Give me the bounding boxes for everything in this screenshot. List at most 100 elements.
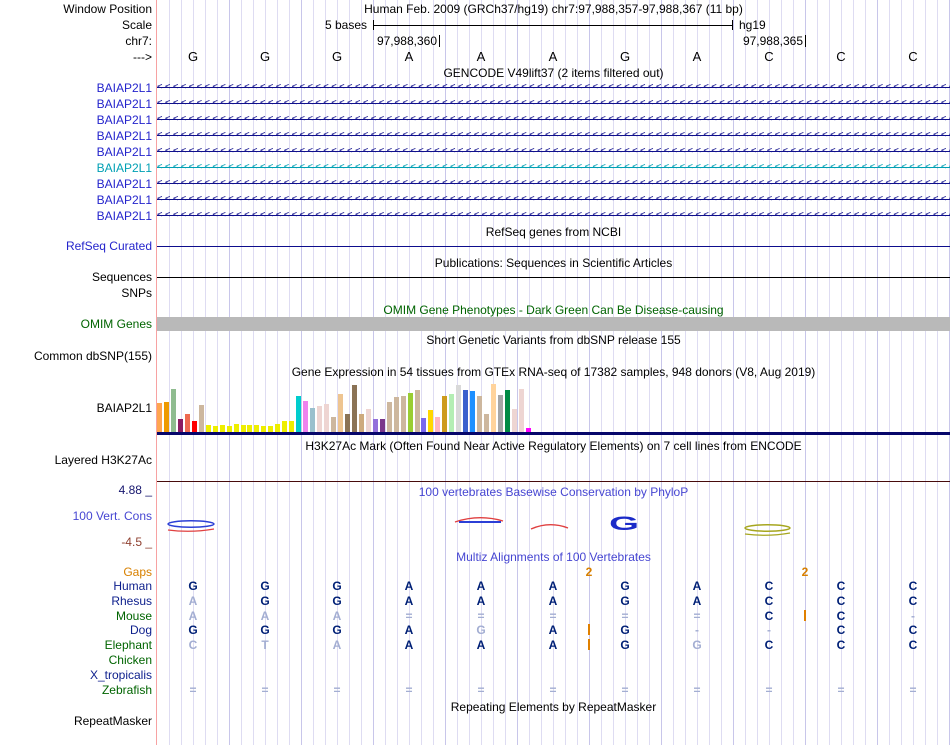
gene-row-label[interactable]: BAIAP2L1 (0, 209, 152, 223)
omim-genes-label[interactable]: OMIM Genes (0, 317, 152, 331)
gene-transcript-line[interactable]: <<<<<<<<<<<<<<<<<<<<<<<<<<<<<<<<<<<<<<<<… (157, 176, 950, 191)
alignment-base: = (549, 609, 557, 623)
gene-transcript-line[interactable]: <<<<<<<<<<<<<<<<<<<<<<<<<<<<<<<<<<<<<<<<… (157, 80, 950, 95)
gtex-tissue-bar[interactable] (477, 396, 482, 432)
gtex-tissue-bar[interactable] (303, 401, 308, 432)
alignment-base: A (188, 594, 198, 608)
gtex-tissue-bar[interactable] (157, 403, 162, 432)
refseq-gene-line[interactable] (157, 246, 950, 247)
gtex-tissue-bar[interactable] (519, 389, 524, 432)
gtex-tissue-bar[interactable] (435, 417, 440, 432)
gene-row-label[interactable]: BAIAP2L1 (0, 145, 152, 159)
gtex-tissue-bar[interactable] (421, 418, 426, 432)
gap-count-marker: 2 (585, 565, 593, 579)
gtex-tissue-bar[interactable] (282, 421, 287, 432)
gtex-tissue-bar[interactable] (394, 397, 399, 432)
gtex-tissue-bar[interactable] (234, 424, 239, 432)
gtex-tissue-bar[interactable] (164, 402, 169, 432)
gene-transcript-line[interactable]: <<<<<<<<<<<<<<<<<<<<<<<<<<<<<<<<<<<<<<<<… (157, 144, 950, 159)
gtex-tissue-bar[interactable] (415, 390, 420, 432)
layered-h3k27ac-label[interactable]: Layered H3K27Ac (0, 453, 152, 467)
gtex-tissue-bar[interactable] (275, 424, 280, 432)
gene-row-label[interactable]: BAIAP2L1 (0, 177, 152, 191)
gene-transcript-line[interactable]: <<<<<<<<<<<<<<<<<<<<<<<<<<<<<<<<<<<<<<<<… (157, 96, 950, 111)
gtex-tissue-bar[interactable] (387, 402, 392, 432)
sequences-label[interactable]: Sequences (0, 270, 152, 284)
gtex-tissue-bar[interactable] (470, 391, 475, 432)
gtex-tissue-bar[interactable] (408, 393, 413, 432)
gtex-tissue-bar[interactable] (171, 389, 176, 432)
gtex-tissue-bar[interactable] (310, 408, 315, 432)
gtex-tissue-bar[interactable] (505, 390, 510, 432)
common-dbsnp-label[interactable]: Common dbSNP(155) (0, 349, 152, 363)
gtex-tissue-bar[interactable] (247, 425, 252, 432)
gtex-tissue-bar[interactable] (296, 396, 301, 432)
gtex-tissue-bar[interactable] (289, 421, 294, 432)
gene-row-label[interactable]: BAIAP2L1 (0, 193, 152, 207)
gtex-tissue-bar[interactable] (498, 395, 503, 432)
alignment-base: = (549, 683, 557, 697)
gtex-tissue-bar[interactable] (484, 414, 489, 432)
gtex-tissue-bar[interactable] (254, 425, 259, 432)
gene-row-label[interactable]: BAIAP2L1 (0, 113, 152, 127)
gtex-tissue-bar[interactable] (338, 394, 343, 432)
publications-item-line[interactable] (157, 277, 950, 278)
gtex-tissue-bar[interactable] (345, 414, 350, 432)
repeatmasker-label[interactable]: RepeatMasker (0, 714, 152, 728)
gene-transcript-line[interactable]: <<<<<<<<<<<<<<<<<<<<<<<<<<<<<<<<<<<<<<<<… (157, 192, 950, 207)
gtex-tissue-bar[interactable] (373, 419, 378, 432)
phylop-min-value: -4.5 _ (121, 535, 152, 549)
gtex-tissue-bar[interactable] (401, 396, 406, 432)
refseq-track-title: RefSeq genes from NCBI (485, 225, 622, 239)
strand-arrow-label[interactable]: ---> (0, 50, 152, 64)
alignment-base: = (765, 683, 773, 697)
gtex-tissue-bar[interactable] (317, 406, 322, 432)
species-label-dog[interactable]: Dog (0, 623, 152, 637)
gtex-tissue-bar[interactable] (491, 384, 496, 432)
gene-transcript-line[interactable]: <<<<<<<<<<<<<<<<<<<<<<<<<<<<<<<<<<<<<<<<… (157, 160, 950, 175)
phylop-conservation-marks: G (167, 514, 791, 536)
gtex-tissue-bar[interactable] (366, 409, 371, 432)
gtex-tissue-bar[interactable] (463, 390, 468, 432)
gtex-gene-label[interactable]: BAIAP2L1 (0, 401, 152, 415)
left-arrow-chevrons: <<<<<<<<<<<<<<<<<<<<<<<<<<<<<<<<<<<<<<<<… (157, 162, 950, 172)
gtex-tissue-bar[interactable] (192, 421, 197, 432)
gene-row-label[interactable]: BAIAP2L1 (0, 81, 152, 95)
snps-label[interactable]: SNPs (0, 286, 152, 300)
gtex-tissue-bar[interactable] (428, 410, 433, 432)
base-letter: G (619, 49, 631, 64)
gtex-tissue-bar[interactable] (352, 385, 357, 432)
gtex-tissue-bar[interactable] (359, 414, 364, 432)
gene-transcript-line[interactable]: <<<<<<<<<<<<<<<<<<<<<<<<<<<<<<<<<<<<<<<<… (157, 128, 950, 143)
species-label-x_tropicalis[interactable]: X_tropicalis (0, 668, 152, 682)
gtex-tissue-bar[interactable] (512, 409, 517, 432)
gene-transcript-line[interactable]: <<<<<<<<<<<<<<<<<<<<<<<<<<<<<<<<<<<<<<<<… (157, 208, 950, 223)
gaps-row-label: Gaps (123, 565, 152, 579)
species-label-elephant[interactable]: Elephant (0, 638, 152, 652)
gtex-tissue-bar[interactable] (206, 425, 211, 432)
gtex-tissue-bar[interactable] (380, 419, 385, 432)
gene-row-label[interactable]: BAIAP2L1 (0, 97, 152, 111)
species-label-human[interactable]: Human (0, 579, 152, 593)
omim-gene-bar[interactable] (157, 317, 950, 331)
species-label-mouse[interactable]: Mouse (0, 609, 152, 623)
species-label-rhesus[interactable]: Rhesus (0, 594, 152, 608)
gtex-tissue-bar[interactable] (185, 414, 190, 432)
gtex-tissue-bar[interactable] (449, 394, 454, 432)
gtex-tissue-bar[interactable] (331, 417, 336, 432)
species-label-zebrafish[interactable]: Zebrafish (0, 683, 152, 697)
phylop-track-label[interactable]: 100 Vert. Cons (0, 509, 152, 523)
gtex-tissue-bar[interactable] (241, 425, 246, 432)
gtex-tissue-bar[interactable] (442, 396, 447, 432)
gtex-tissue-bar[interactable] (220, 425, 225, 432)
species-label-chicken[interactable]: Chicken (0, 653, 152, 667)
gene-row-label[interactable]: BAIAP2L1 (0, 129, 152, 143)
gtex-tissue-bar[interactable] (178, 419, 183, 432)
gtex-tissue-bar[interactable] (324, 404, 329, 432)
gene-transcript-line[interactable]: <<<<<<<<<<<<<<<<<<<<<<<<<<<<<<<<<<<<<<<<… (157, 112, 950, 127)
gtex-tissue-bar[interactable] (456, 385, 461, 432)
gtex-tissue-bar[interactable] (199, 405, 204, 432)
gtex-track-title: Gene Expression in 54 tissues from GTEx … (291, 365, 816, 379)
gene-row-label[interactable]: BAIAP2L1 (0, 161, 152, 175)
refseq-curated-label[interactable]: RefSeq Curated (0, 239, 152, 253)
